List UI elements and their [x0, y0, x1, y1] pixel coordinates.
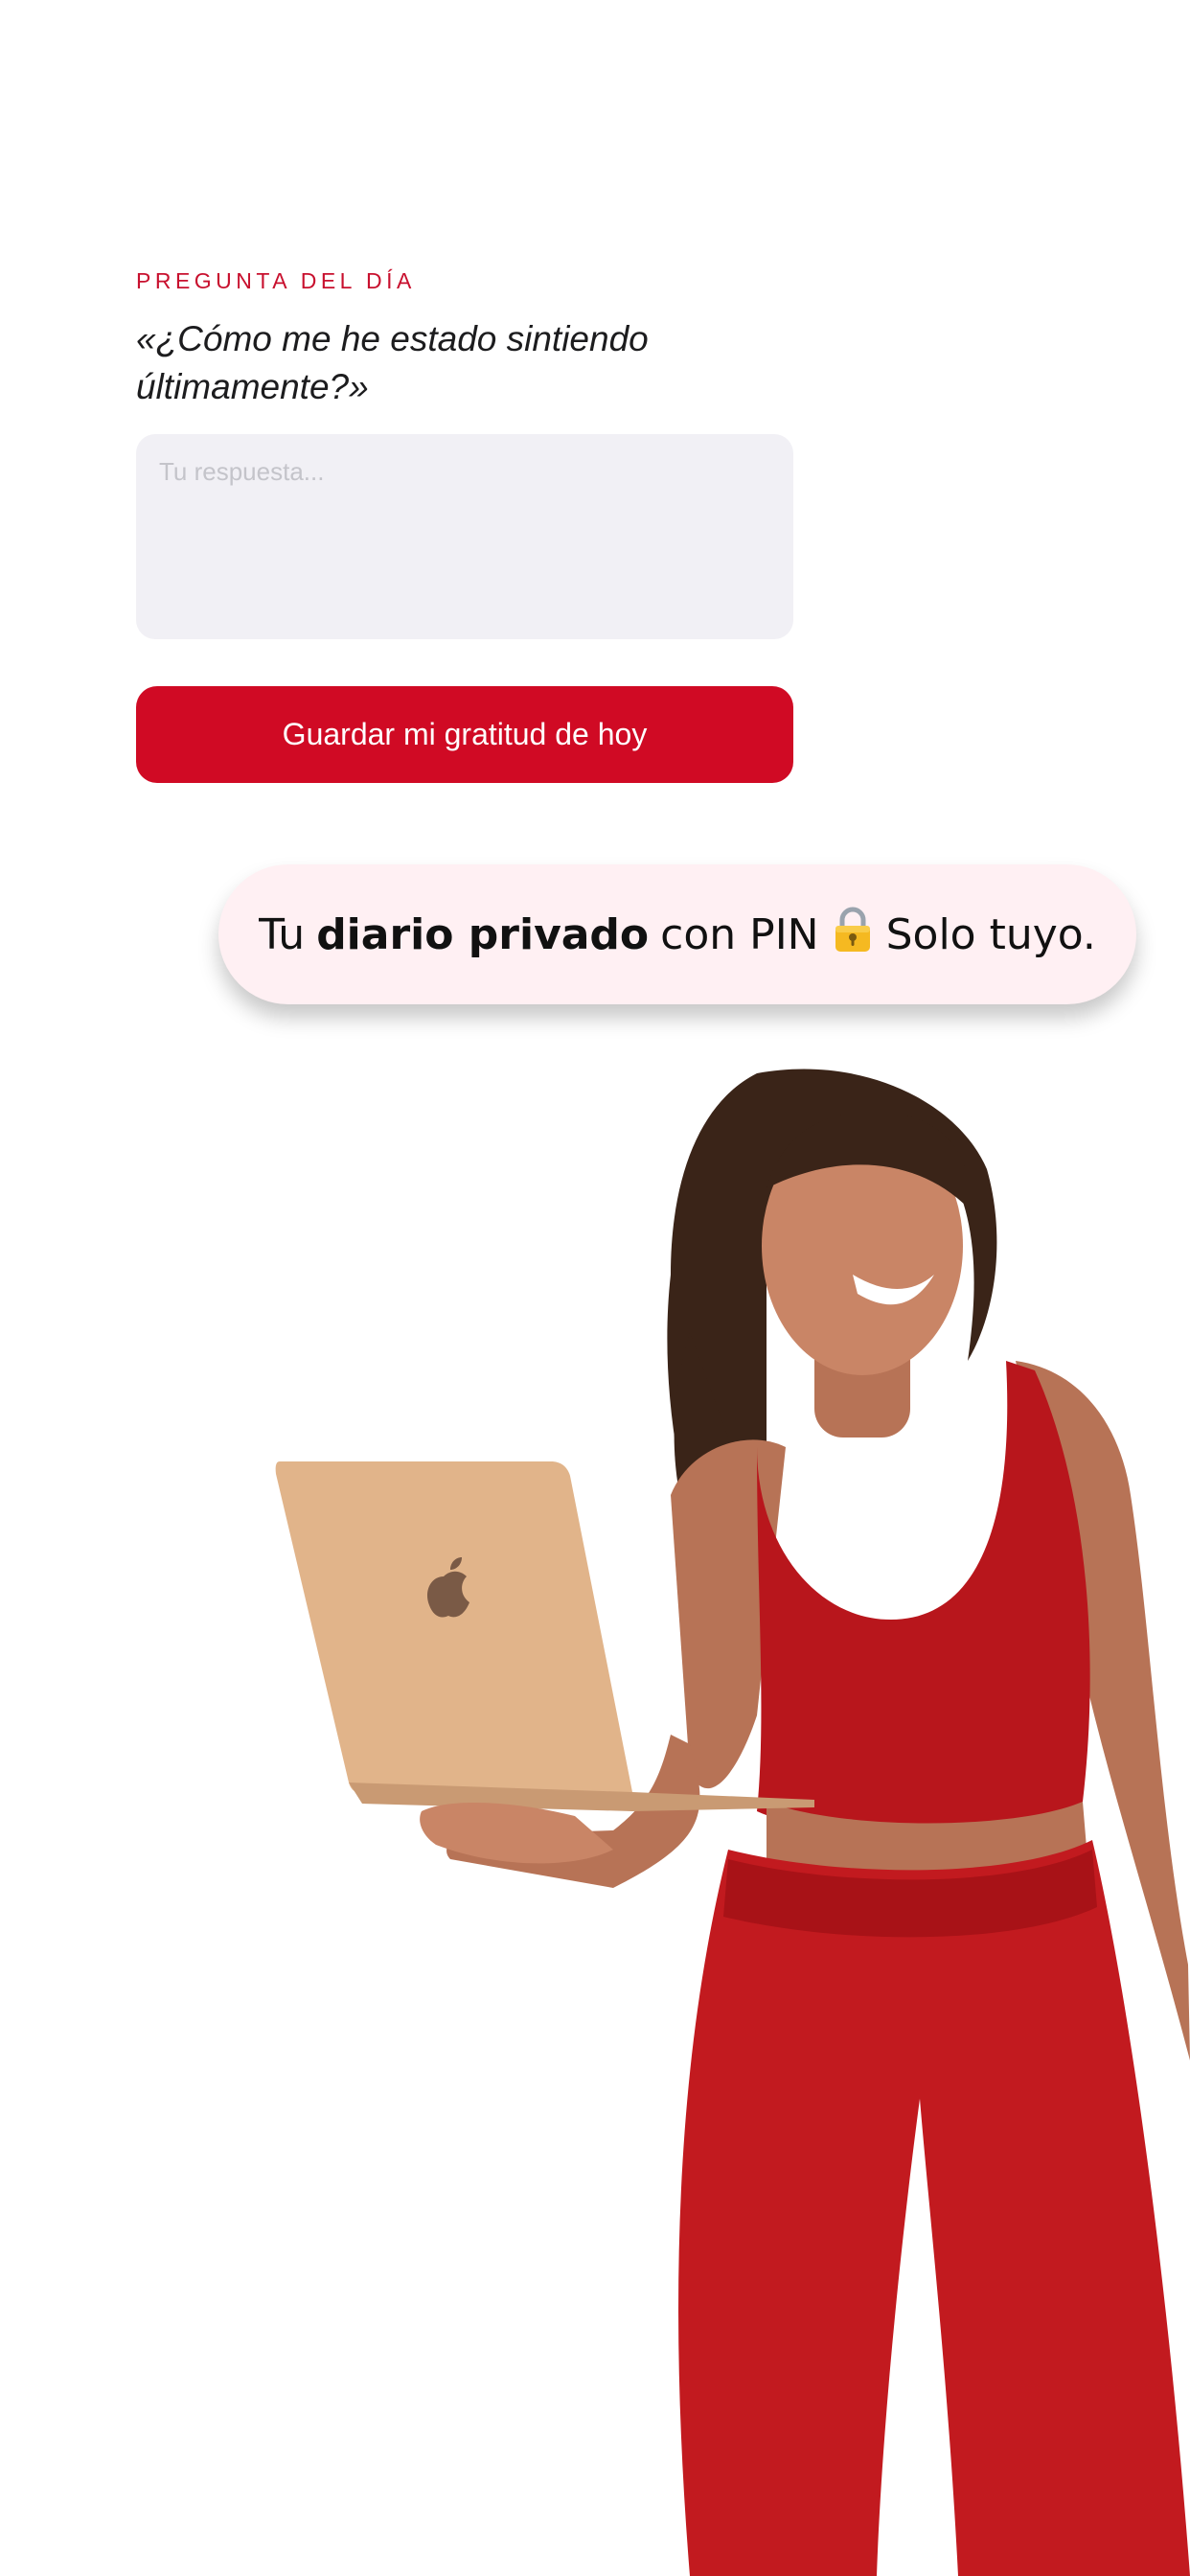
red-tank-top [757, 1361, 1090, 1836]
banner-suffix: Solo tuyo. [885, 909, 1096, 959]
banner-bold-text: diario privado [316, 909, 650, 959]
private-journal-banner: Tu diario privado con PIN Solo tuyo. [218, 864, 1136, 1004]
banner-prefix: Tu [259, 909, 306, 959]
question-of-the-day-card: PREGUNTA DEL DÍA «¿Cómo me he estado sin… [136, 268, 793, 783]
section-eyebrow: PREGUNTA DEL DÍA [136, 268, 416, 293]
lock-icon [833, 906, 873, 964]
question-text: «¿Cómo me he estado sintiendo últimament… [136, 319, 649, 406]
answer-input[interactable] [136, 434, 793, 639]
banner-middle: con PIN [660, 909, 819, 959]
red-pants [678, 1840, 1190, 2576]
save-gratitude-button[interactable]: Guardar mi gratitud de hoy [136, 686, 793, 783]
woman-with-laptop-image [275, 1069, 1190, 2576]
